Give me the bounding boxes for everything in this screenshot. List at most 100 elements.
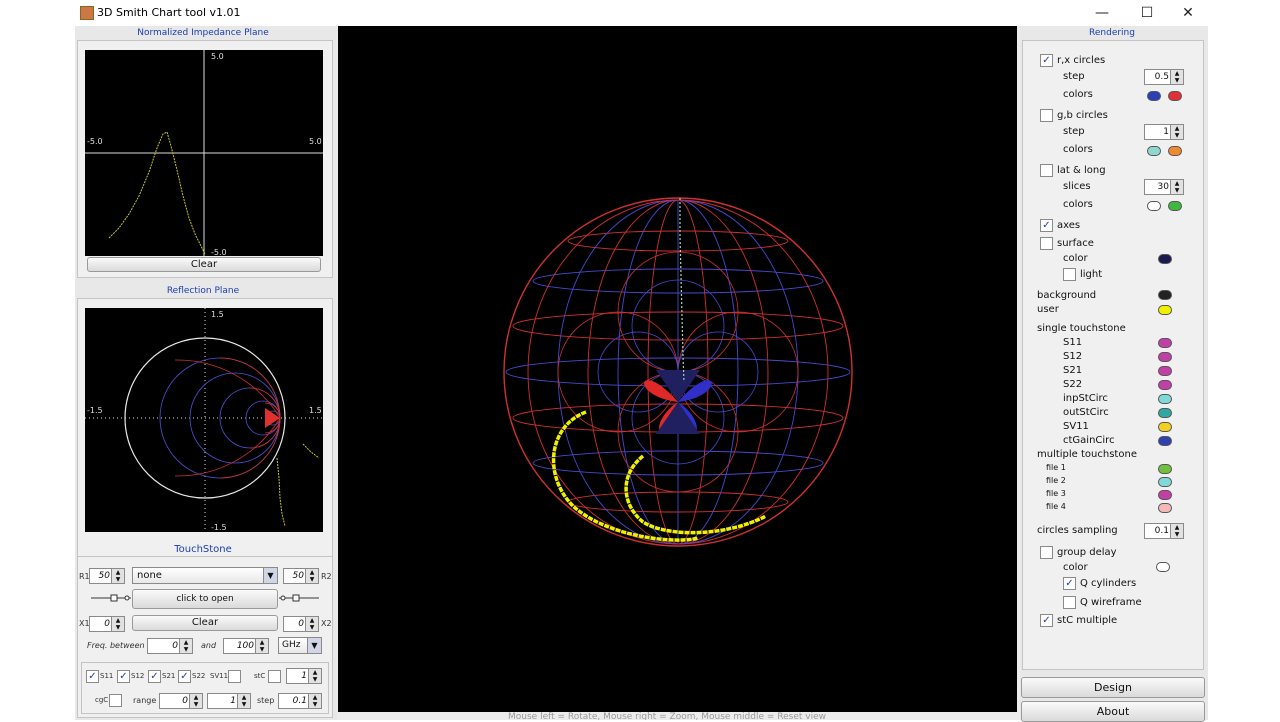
impedance-trace [108,131,206,255]
range-from-value: 0 [182,696,188,706]
rx-circles-checkbox[interactable]: ✓ [1040,54,1053,67]
rx-color-r-swatch[interactable] [1147,91,1161,101]
axes-checkbox[interactable]: ✓ [1040,219,1053,232]
range-to-spinner[interactable]: 1 ▲ ▼ [207,693,251,709]
r1-spinner[interactable]: 50 ▲ ▼ [89,568,125,584]
x1-spinner[interactable]: 0 ▲ ▼ [89,616,125,632]
reflection-svg: 1.5 -1.5 -1.5 1.5 [85,308,323,532]
light-label: light [1080,269,1103,280]
gb-circles-checkbox[interactable] [1040,109,1053,122]
single-item-color-swatch[interactable] [1158,436,1172,446]
gb-step-spinner[interactable]: 1 ▲ ▼ [1144,124,1184,140]
touchstone-file-select[interactable]: none ▼ [132,567,278,584]
ll-color-long-swatch[interactable] [1168,201,1182,211]
stc-multiple-checkbox[interactable]: ✓ [1040,614,1053,627]
s11-checkbox[interactable]: ✓ [86,670,99,683]
r2-arrows-icon[interactable]: ▲ ▼ [305,569,318,583]
circles-sampling-spinner[interactable]: 0.1 ▲ ▼ [1144,523,1184,539]
s21-checkbox[interactable]: ✓ [148,670,161,683]
minimize-button[interactable]: — [1087,3,1117,23]
open-touchstone-button[interactable]: click to open [132,589,278,609]
impedance-plot[interactable]: 5.0 -5.0 -5.0 5.0 [85,50,323,256]
r1-value: 50 [98,571,110,581]
x2-arrows-icon[interactable]: ▲ ▼ [305,617,318,631]
single-item-color-swatch[interactable] [1158,352,1172,362]
sv11-checkbox[interactable] [228,670,241,683]
design-button[interactable]: Design [1021,677,1205,698]
range-from-spinner[interactable]: 0 ▲ ▼ [159,693,203,709]
light-checkbox[interactable] [1063,268,1076,281]
3d-view-canvas[interactable] [338,26,1017,712]
lat-long-checkbox[interactable] [1040,164,1053,177]
about-button[interactable]: About [1021,701,1205,722]
circles-sampling-arrows-icon[interactable]: ▲ ▼ [1170,524,1183,538]
freq-to-spinner[interactable]: 100 ▲ ▼ [223,638,269,654]
circles-sampling-label: circles sampling [1037,525,1118,536]
circles-sampling-value: 0.1 [1154,526,1169,536]
file-item-color-swatch[interactable] [1158,503,1172,513]
chevron-down-icon: ▼ [307,638,321,653]
freq-between-label: Freq. between [87,641,145,650]
impedance-tick-bottom: -5.0 [211,248,227,256]
touchstone-clear-button[interactable]: Clear [132,615,278,631]
x2-label: X2 [321,619,332,628]
x2-spinner[interactable]: 0 ▲ ▼ [283,616,319,632]
gb-color-b-swatch[interactable] [1168,146,1182,156]
maximize-button[interactable]: ☐ [1132,3,1162,23]
single-item-color-swatch[interactable] [1158,366,1172,376]
single-item-color-swatch[interactable] [1158,338,1172,348]
r2-spinner[interactable]: 50 ▲ ▼ [283,568,319,584]
impedance-plane-title: Normalized Impedance Plane [137,28,269,38]
step-spinner[interactable]: 0.1 ▲ ▼ [278,693,322,709]
s22-checkbox[interactable]: ✓ [178,670,191,683]
freq-from-arrows-icon[interactable]: ▲ ▼ [179,639,192,653]
surface-checkbox[interactable] [1040,237,1053,250]
ll-color-lat-swatch[interactable] [1147,201,1161,211]
status-bar: Mouse left = Rotate, Mouse right = Zoom,… [338,712,1017,720]
surface-color-swatch[interactable] [1158,254,1172,264]
range-to-arrows-icon[interactable]: ▲ ▼ [237,694,250,708]
q-cylinders-checkbox[interactable]: ✓ [1063,577,1076,590]
gb-step-label: step [1063,126,1085,137]
freq-unit-select[interactable]: GHz ▼ [278,637,322,654]
impedance-clear-button[interactable]: Clear [87,257,321,272]
background-color-swatch[interactable] [1158,290,1172,300]
slices-spinner[interactable]: 30 ▲ ▼ [1144,179,1184,195]
rx-color-x-swatch[interactable] [1168,91,1182,101]
s12-label: S12 [131,672,145,680]
sv11-label: SV11 [210,672,229,680]
x1-arrows-icon[interactable]: ▲ ▼ [111,617,124,631]
range-from-arrows-icon[interactable]: ▲ ▼ [189,694,202,708]
r1-arrows-icon[interactable]: ▲ ▼ [111,569,124,583]
r2-label: R2 [321,572,332,581]
reflection-plot[interactable]: 1.5 -1.5 -1.5 1.5 [85,308,323,532]
slices-arrows-icon[interactable]: ▲ ▼ [1170,180,1183,194]
group-delay-checkbox[interactable] [1040,546,1053,559]
single-item-color-swatch[interactable] [1158,422,1172,432]
reflection-tick-left: -1.5 [87,406,103,415]
group-delay-color-swatch[interactable] [1156,562,1170,572]
single-item-color-swatch[interactable] [1158,380,1172,390]
stc-arrows-icon[interactable]: ▲ ▼ [308,669,321,683]
q-wireframe-checkbox[interactable] [1063,596,1076,609]
close-button[interactable]: ✕ [1173,3,1203,23]
gb-step-arrows-icon[interactable]: ▲ ▼ [1170,125,1183,139]
freq-from-value: 0 [172,641,178,651]
gb-color-g-swatch[interactable] [1147,146,1161,156]
single-item-color-swatch[interactable] [1158,408,1172,418]
file-item-color-swatch[interactable] [1158,490,1172,500]
single-item-color-swatch[interactable] [1158,394,1172,404]
file-item-color-swatch[interactable] [1158,477,1172,487]
stc-checkbox[interactable] [268,670,281,683]
freq-to-arrows-icon[interactable]: ▲ ▼ [255,639,268,653]
window-title: 3D Smith Chart tool v1.01 [97,6,241,19]
step-arrows-icon[interactable]: ▲ ▼ [308,694,321,708]
rx-step-spinner[interactable]: 0.5 ▲ ▼ [1144,69,1184,85]
stc-spinner[interactable]: 1 ▲ ▼ [286,668,322,684]
rx-step-arrows-icon[interactable]: ▲ ▼ [1170,70,1183,84]
user-color-swatch[interactable] [1158,305,1172,315]
freq-from-spinner[interactable]: 0 ▲ ▼ [147,638,193,654]
s12-checkbox[interactable]: ✓ [117,670,130,683]
cgc-checkbox[interactable] [109,694,122,707]
file-item-color-swatch[interactable] [1158,464,1172,474]
